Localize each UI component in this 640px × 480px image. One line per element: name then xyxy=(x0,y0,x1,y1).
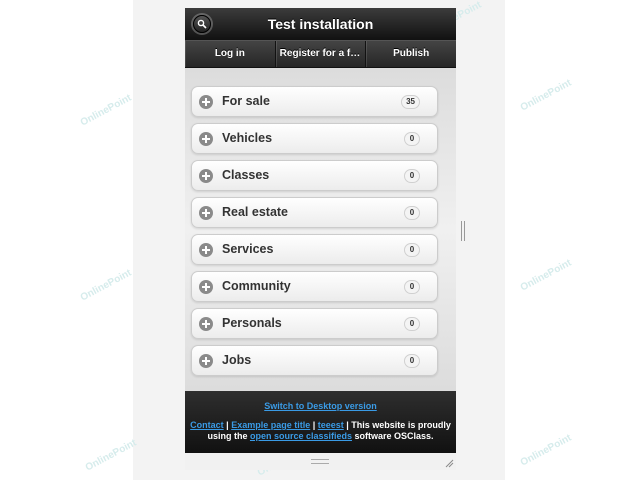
watermark: OnlinePoint xyxy=(78,92,134,129)
plus-circle-icon xyxy=(199,354,213,368)
count-badge: 0 xyxy=(404,243,420,257)
watermark: OnlinePoint xyxy=(78,267,134,304)
count-badge: 0 xyxy=(404,206,420,220)
footer-text: software OSClass. xyxy=(352,431,434,441)
category-item-real-estate[interactable]: Real estate 0 xyxy=(191,197,438,228)
category-label: Personals xyxy=(222,316,282,330)
contact-link[interactable]: Contact xyxy=(190,420,224,430)
switch-desktop-row: Switch to Desktop version xyxy=(185,401,456,411)
watermark: OnlinePoint xyxy=(518,432,574,469)
resize-handle-icon[interactable] xyxy=(444,458,454,468)
scroll-grip[interactable] xyxy=(461,221,465,241)
category-label: Jobs xyxy=(222,353,252,367)
count-badge: 0 xyxy=(404,169,420,183)
plus-circle-icon xyxy=(199,317,213,331)
footer-links-line: Contact | Example page title | teeest | … xyxy=(185,420,456,430)
category-label: For sale xyxy=(222,94,270,108)
count-badge: 0 xyxy=(404,317,420,331)
grip-handle[interactable] xyxy=(311,459,329,464)
category-content: For sale 35 Vehicles 0 Classes 0 Real es… xyxy=(185,68,456,391)
watermark: OnlinePoint xyxy=(518,257,574,294)
footer-text: using the xyxy=(207,431,250,441)
watermark: OnlinePoint xyxy=(518,77,574,114)
footer-text: | This website is proudly xyxy=(343,420,451,430)
category-list: For sale 35 Vehicles 0 Classes 0 Real es… xyxy=(191,86,438,382)
register-button[interactable]: Register for a free account xyxy=(276,41,367,67)
mobile-viewport: Test installation Log in Register for a … xyxy=(185,8,456,470)
search-icon xyxy=(197,19,207,29)
category-item-community[interactable]: Community 0 xyxy=(191,271,438,302)
plus-circle-icon xyxy=(199,132,213,146)
plus-circle-icon xyxy=(199,243,213,257)
separator: | xyxy=(310,420,318,430)
category-item-jobs[interactable]: Jobs 0 xyxy=(191,345,438,376)
count-badge: 0 xyxy=(404,132,420,146)
watermark: OnlinePoint xyxy=(83,437,139,474)
category-label: Community xyxy=(222,279,291,293)
search-button[interactable] xyxy=(193,15,211,33)
count-badge: 35 xyxy=(401,95,420,109)
osclass-link[interactable]: open source classifieds xyxy=(250,431,352,441)
publish-button[interactable]: Publish xyxy=(366,41,456,67)
category-item-classes[interactable]: Classes 0 xyxy=(191,160,438,191)
login-button[interactable]: Log in xyxy=(185,41,276,67)
category-item-services[interactable]: Services 0 xyxy=(191,234,438,265)
category-item-for-sale[interactable]: For sale 35 xyxy=(191,86,438,117)
page-title: Test installation xyxy=(267,16,374,32)
category-item-vehicles[interactable]: Vehicles 0 xyxy=(191,123,438,154)
plus-circle-icon xyxy=(199,280,213,294)
nav-bar: Log in Register for a free account Publi… xyxy=(185,40,456,68)
footer: Switch to Desktop version Contact | Exam… xyxy=(185,391,456,453)
plus-circle-icon xyxy=(199,169,213,183)
bottom-bar xyxy=(185,453,456,470)
category-label: Real estate xyxy=(222,205,289,219)
plus-circle-icon xyxy=(199,95,213,109)
switch-desktop-link[interactable]: Switch to Desktop version xyxy=(264,401,377,411)
category-item-personals[interactable]: Personals 0 xyxy=(191,308,438,339)
example-page-link[interactable]: Example page title xyxy=(231,420,310,430)
category-label: Classes xyxy=(222,168,270,182)
plus-circle-icon xyxy=(199,206,213,220)
header-bar: Test installation xyxy=(185,8,456,40)
category-label: Services xyxy=(222,242,274,256)
footer-credit-line: using the open source classifieds softwa… xyxy=(185,431,456,441)
count-badge: 0 xyxy=(404,280,420,294)
category-label: Vehicles xyxy=(222,131,273,145)
teeest-link[interactable]: teeest xyxy=(318,420,344,430)
count-badge: 0 xyxy=(404,354,420,368)
